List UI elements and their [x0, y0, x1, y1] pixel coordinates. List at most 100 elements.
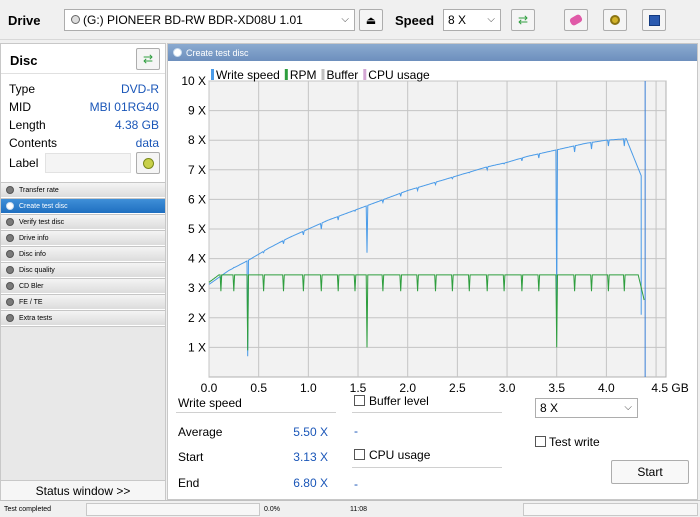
start-label: Start — [178, 450, 204, 464]
disc-icon — [6, 202, 14, 210]
disc-icon — [6, 266, 14, 274]
status-text: Test completed — [4, 506, 52, 513]
wrench-icon — [610, 15, 620, 25]
cpu-usage-checkbox[interactable] — [354, 449, 365, 460]
status-extra-segment — [523, 503, 698, 516]
x-tick-label: 2.5 — [449, 381, 466, 395]
drive-select[interactable]: (G:) PIONEER BD-RW BDR-XD08U 1.01 ⌵ — [64, 9, 355, 31]
legend-label: Buffer — [326, 68, 358, 82]
chevron-down-icon: ⌵ — [624, 402, 632, 413]
erase-button[interactable] — [564, 9, 588, 31]
panel-title: Create test disc — [186, 47, 249, 58]
nav-item-transfer-rate[interactable]: Transfer rate — [1, 182, 165, 197]
progress-percent: 0.0% — [264, 506, 280, 513]
nav-item-disc-quality[interactable]: Disc quality — [1, 262, 165, 277]
write-speed-select[interactable]: 8 X ⌵ — [535, 398, 638, 418]
average-value: 5.50 X — [293, 425, 328, 439]
disc-icon — [173, 48, 182, 57]
speed-label: Speed — [395, 13, 435, 28]
test-write-checkbox[interactable] — [535, 436, 546, 447]
end-label: End — [178, 476, 200, 490]
status-window-button[interactable]: Status window >> — [1, 480, 165, 500]
floppy-icon — [648, 14, 660, 26]
legend-label: CPU usage — [368, 68, 430, 82]
disc-refresh-button[interactable]: ⇄ — [136, 48, 160, 70]
y-tick-label: 3 X — [188, 281, 206, 295]
left-panel: Disc ⇄ Type DVD-R MID MBI 01RG40 Length 4.3… — [0, 43, 166, 500]
x-tick-label: 4.5 GB — [651, 381, 688, 395]
disc-label-button[interactable] — [136, 152, 160, 174]
nav-item-extra-tests[interactable]: Extra tests — [1, 310, 165, 325]
y-tick-label: 7 X — [188, 163, 206, 177]
speed-select[interactable]: 8 X ⌵ — [443, 9, 501, 31]
options-button[interactable] — [603, 9, 627, 31]
disc-icon — [6, 298, 14, 306]
x-tick-label: 0.5 — [250, 381, 267, 395]
x-tick-label: 1.0 — [300, 381, 317, 395]
progress-bar — [86, 503, 260, 516]
disc-row-contents: Contents data — [9, 136, 159, 150]
disc-icon — [6, 218, 14, 226]
y-tick-label: 4 X — [188, 252, 206, 266]
buffer-value: - — [354, 424, 358, 438]
y-tick-label: 9 X — [188, 104, 206, 118]
nav-item-cd-bler[interactable]: CD Bler — [1, 278, 165, 293]
nav-item-disc-info[interactable]: Disc info — [1, 246, 165, 261]
nav-item-drive-info[interactable]: Drive info — [1, 230, 165, 245]
nav-empty-area — [1, 326, 165, 480]
y-tick-label: 8 X — [188, 133, 206, 147]
x-tick-label: 3.5 — [548, 381, 565, 395]
drive-label: Drive — [8, 13, 41, 28]
legend-label: Write speed — [216, 68, 280, 82]
disc-icon — [6, 186, 14, 194]
x-tick-label: 3.0 — [499, 381, 516, 395]
divider — [176, 412, 336, 413]
buffer-level-checkbox[interactable] — [354, 395, 365, 406]
eject-button[interactable]: ⏏ — [359, 9, 383, 31]
x-tick-label: 0.0 — [201, 381, 218, 395]
chevron-down-icon: ⌵ — [341, 14, 349, 25]
nav-item-create-test-disc[interactable]: Create test disc — [1, 198, 165, 213]
eraser-icon — [568, 13, 584, 27]
write-speed-select-value: 8 X — [540, 401, 559, 415]
start-button-label: Start — [637, 465, 663, 479]
disc-row-length: Length 4.38 GB — [9, 118, 159, 132]
refresh-speed-button[interactable]: ⇄ — [511, 9, 535, 31]
average-label: Average — [178, 425, 223, 439]
y-tick-label: 6 X — [188, 192, 206, 206]
eject-icon: ⏏ — [365, 14, 377, 27]
refresh-icon: ⇄ — [517, 13, 529, 27]
legend-swatch — [211, 69, 214, 80]
disc-row-type: Type DVD-R — [9, 82, 159, 96]
legend-label: RPM — [290, 68, 317, 82]
legend-swatch — [363, 69, 367, 80]
divider — [352, 412, 502, 413]
elapsed-time: 11:08 — [350, 506, 367, 513]
cpu-value: - — [354, 477, 358, 491]
speed-select-value: 8 X — [448, 13, 467, 27]
status-bar: Test completed 0.0% 11:08 — [0, 500, 700, 517]
disc-icon — [6, 234, 14, 242]
disc-icon — [6, 250, 14, 258]
disc-icon — [6, 282, 14, 290]
write-speed-title: Write speed — [178, 396, 242, 410]
start-button[interactable]: Start — [611, 460, 689, 484]
x-tick-label: 2.0 — [399, 381, 416, 395]
status-window-label: Status window >> — [35, 483, 131, 498]
y-tick-label: 5 X — [188, 222, 206, 236]
y-tick-label: 1 X — [188, 340, 206, 354]
save-button[interactable] — [642, 9, 666, 31]
refresh-icon: ⇄ — [142, 52, 154, 66]
disc-icon — [6, 314, 14, 322]
disc-row-mid: MID MBI 01RG40 — [9, 100, 159, 114]
x-tick-label: 1.5 — [350, 381, 367, 395]
nav-item-fe-te[interactable]: FE / TE — [1, 294, 165, 309]
disc-header: Disc ⇄ — [1, 44, 165, 74]
write-speed-chart: 1 X 2 X 3 X 4 X 5 X 6 X 7 X 8 X 9 X 10 X 0.0 0.5 1.… — [181, 68, 689, 395]
divider — [352, 467, 502, 468]
x-axis-labels: 0.0 0.5 1.0 1.5 2.0 2.5 3.0 3.5 4.0 4.5 GB — [201, 381, 689, 395]
start-value: 3.13 X — [293, 450, 328, 464]
disc-label-input[interactable] — [45, 153, 131, 173]
chart-legend: Write speed RPM Buffer CPU usage — [211, 68, 430, 82]
nav-item-verify-test-disc[interactable]: Verify test disc — [1, 214, 165, 229]
